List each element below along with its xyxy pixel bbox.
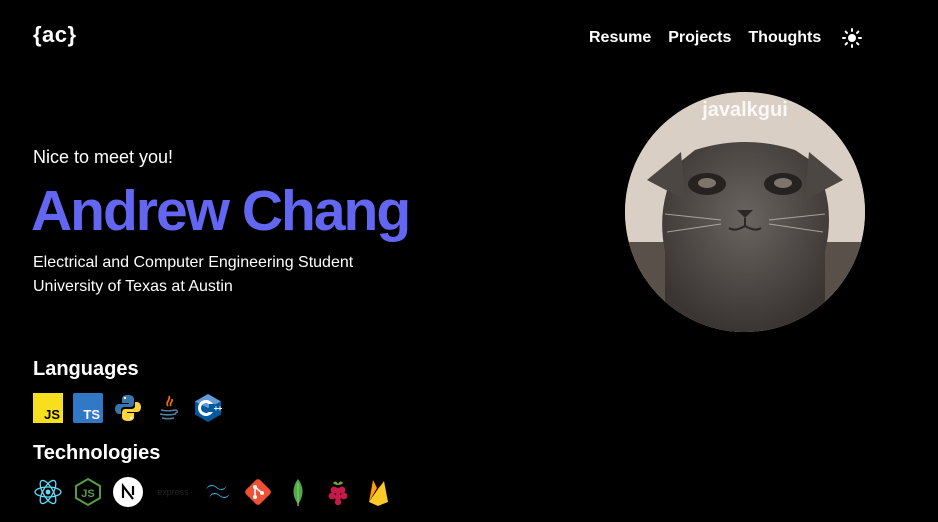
svg-text:TS: TS <box>83 407 100 422</box>
site-logo[interactable]: {ac} <box>33 22 77 48</box>
firebase-icon <box>363 477 393 507</box>
nav-thoughts[interactable]: Thoughts <box>748 29 821 47</box>
subtitle-university: University of Texas at Austin <box>33 278 233 295</box>
react-icon <box>33 477 63 507</box>
nextjs-icon <box>113 477 143 507</box>
java-icon <box>153 393 183 423</box>
python-icon <box>113 393 143 423</box>
technologies-title: Technologies <box>33 442 161 464</box>
cplusplus-icon: + + <box>193 393 223 423</box>
avatar-caption: javalkgui <box>701 99 788 121</box>
mongodb-icon <box>283 477 313 507</box>
typescript-icon: TS <box>73 393 103 423</box>
express-icon: express <box>153 477 193 507</box>
languages-icons: JS TS + + <box>33 393 233 423</box>
cat-photo: javalkgui <box>625 92 865 332</box>
sun-icon <box>842 28 863 48</box>
greeting-text: Nice to meet you! <box>33 147 174 167</box>
hero-subtitle: Electrical and Computer Engineering Stud… <box>33 251 353 299</box>
main-nav: Resume Projects Thoughts <box>589 27 863 49</box>
nav-resume[interactable]: Resume <box>589 29 651 47</box>
express-label: express <box>157 487 189 497</box>
javascript-icon: JS <box>33 393 63 423</box>
raspberrypi-icon <box>323 477 353 507</box>
nav-projects[interactable]: Projects <box>668 29 731 47</box>
nodejs-icon: JS <box>73 477 103 507</box>
hero-name: Andrew Chang <box>31 179 411 243</box>
svg-text:JS: JS <box>81 488 94 500</box>
svg-text:JS: JS <box>44 407 60 422</box>
git-icon <box>243 477 273 507</box>
subtitle-degree: Electrical and Computer Engineering Stud… <box>33 254 354 271</box>
technologies-icons: JS express <box>33 477 403 507</box>
tailwind-icon <box>203 477 233 507</box>
svg-text:+: + <box>218 404 223 413</box>
languages-title: Languages <box>33 358 139 380</box>
profile-avatar: javalkgui <box>625 92 865 332</box>
theme-toggle-button[interactable] <box>841 27 863 49</box>
